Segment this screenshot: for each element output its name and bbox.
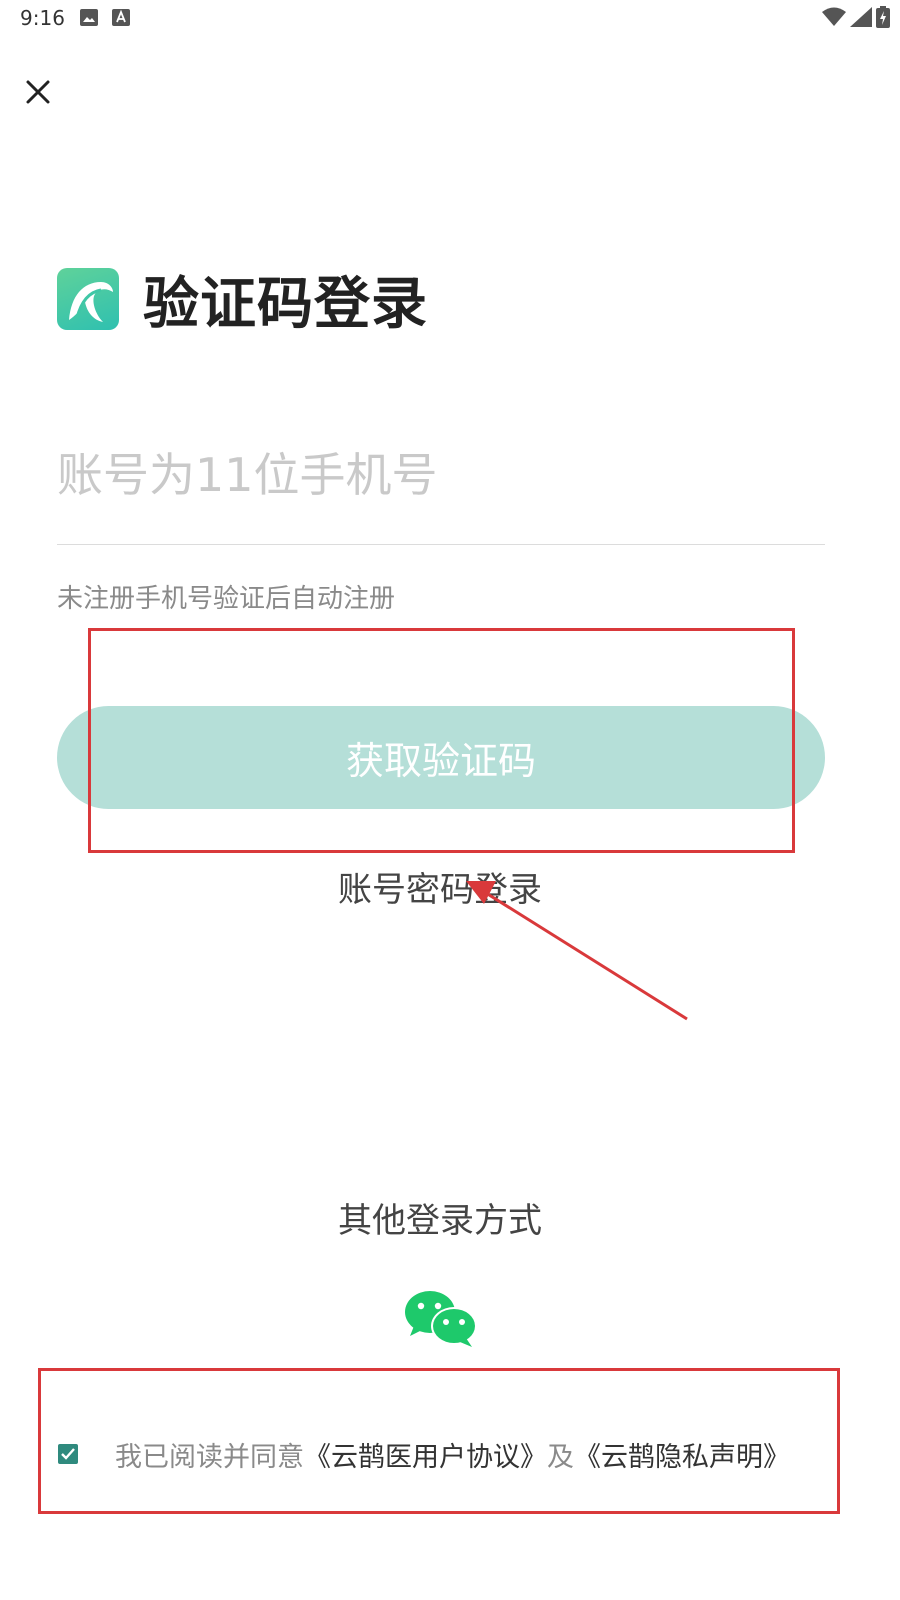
wifi-icon	[822, 7, 846, 26]
agreement-row: 我已阅读并同意《云鹊医用户协议》及《云鹊隐私声明》	[58, 1432, 790, 1476]
page-title: 验证码登录	[143, 271, 428, 337]
text-notification-icon	[112, 9, 130, 26]
battery-icon	[876, 6, 890, 28]
close-icon	[26, 80, 50, 104]
get-code-label: 获取验证码	[345, 739, 536, 783]
privacy-policy-link[interactable]: 《云鹊隐私声明》	[574, 1442, 790, 1473]
password-login-link[interactable]: 账号密码登录	[0, 862, 880, 911]
agreement-checkbox[interactable]	[58, 1444, 78, 1464]
status-time: 9:16	[20, 6, 65, 30]
agreement-connector: 及	[547, 1441, 574, 1473]
bird-logo-icon	[69, 282, 113, 322]
checkmark-icon	[61, 1448, 75, 1460]
agreement-text: 我已阅读并同意《云鹊医用户协议》及《云鹊隐私声明》	[115, 1435, 790, 1474]
image-notification-icon	[80, 9, 98, 26]
input-underline	[57, 544, 825, 545]
other-login-label: 其他登录方式	[338, 1201, 542, 1241]
close-button[interactable]	[18, 72, 58, 112]
brand-header: 验证码登录	[57, 268, 428, 337]
agreement-prefix: 我已阅读并同意	[115, 1441, 304, 1473]
wechat-icon	[405, 1291, 477, 1347]
user-agreement-link[interactable]: 《云鹊医用户协议》	[304, 1442, 547, 1473]
wechat-login-button[interactable]	[404, 1290, 478, 1348]
register-hint: 未注册手机号验证后自动注册	[57, 584, 396, 614]
get-code-button[interactable]: 获取验证码	[57, 706, 825, 809]
status-icons	[822, 6, 890, 28]
phone-input[interactable]	[57, 430, 825, 520]
app-logo	[57, 268, 119, 330]
status-bar: 9:16	[0, 0, 900, 36]
signal-icon	[850, 7, 872, 27]
